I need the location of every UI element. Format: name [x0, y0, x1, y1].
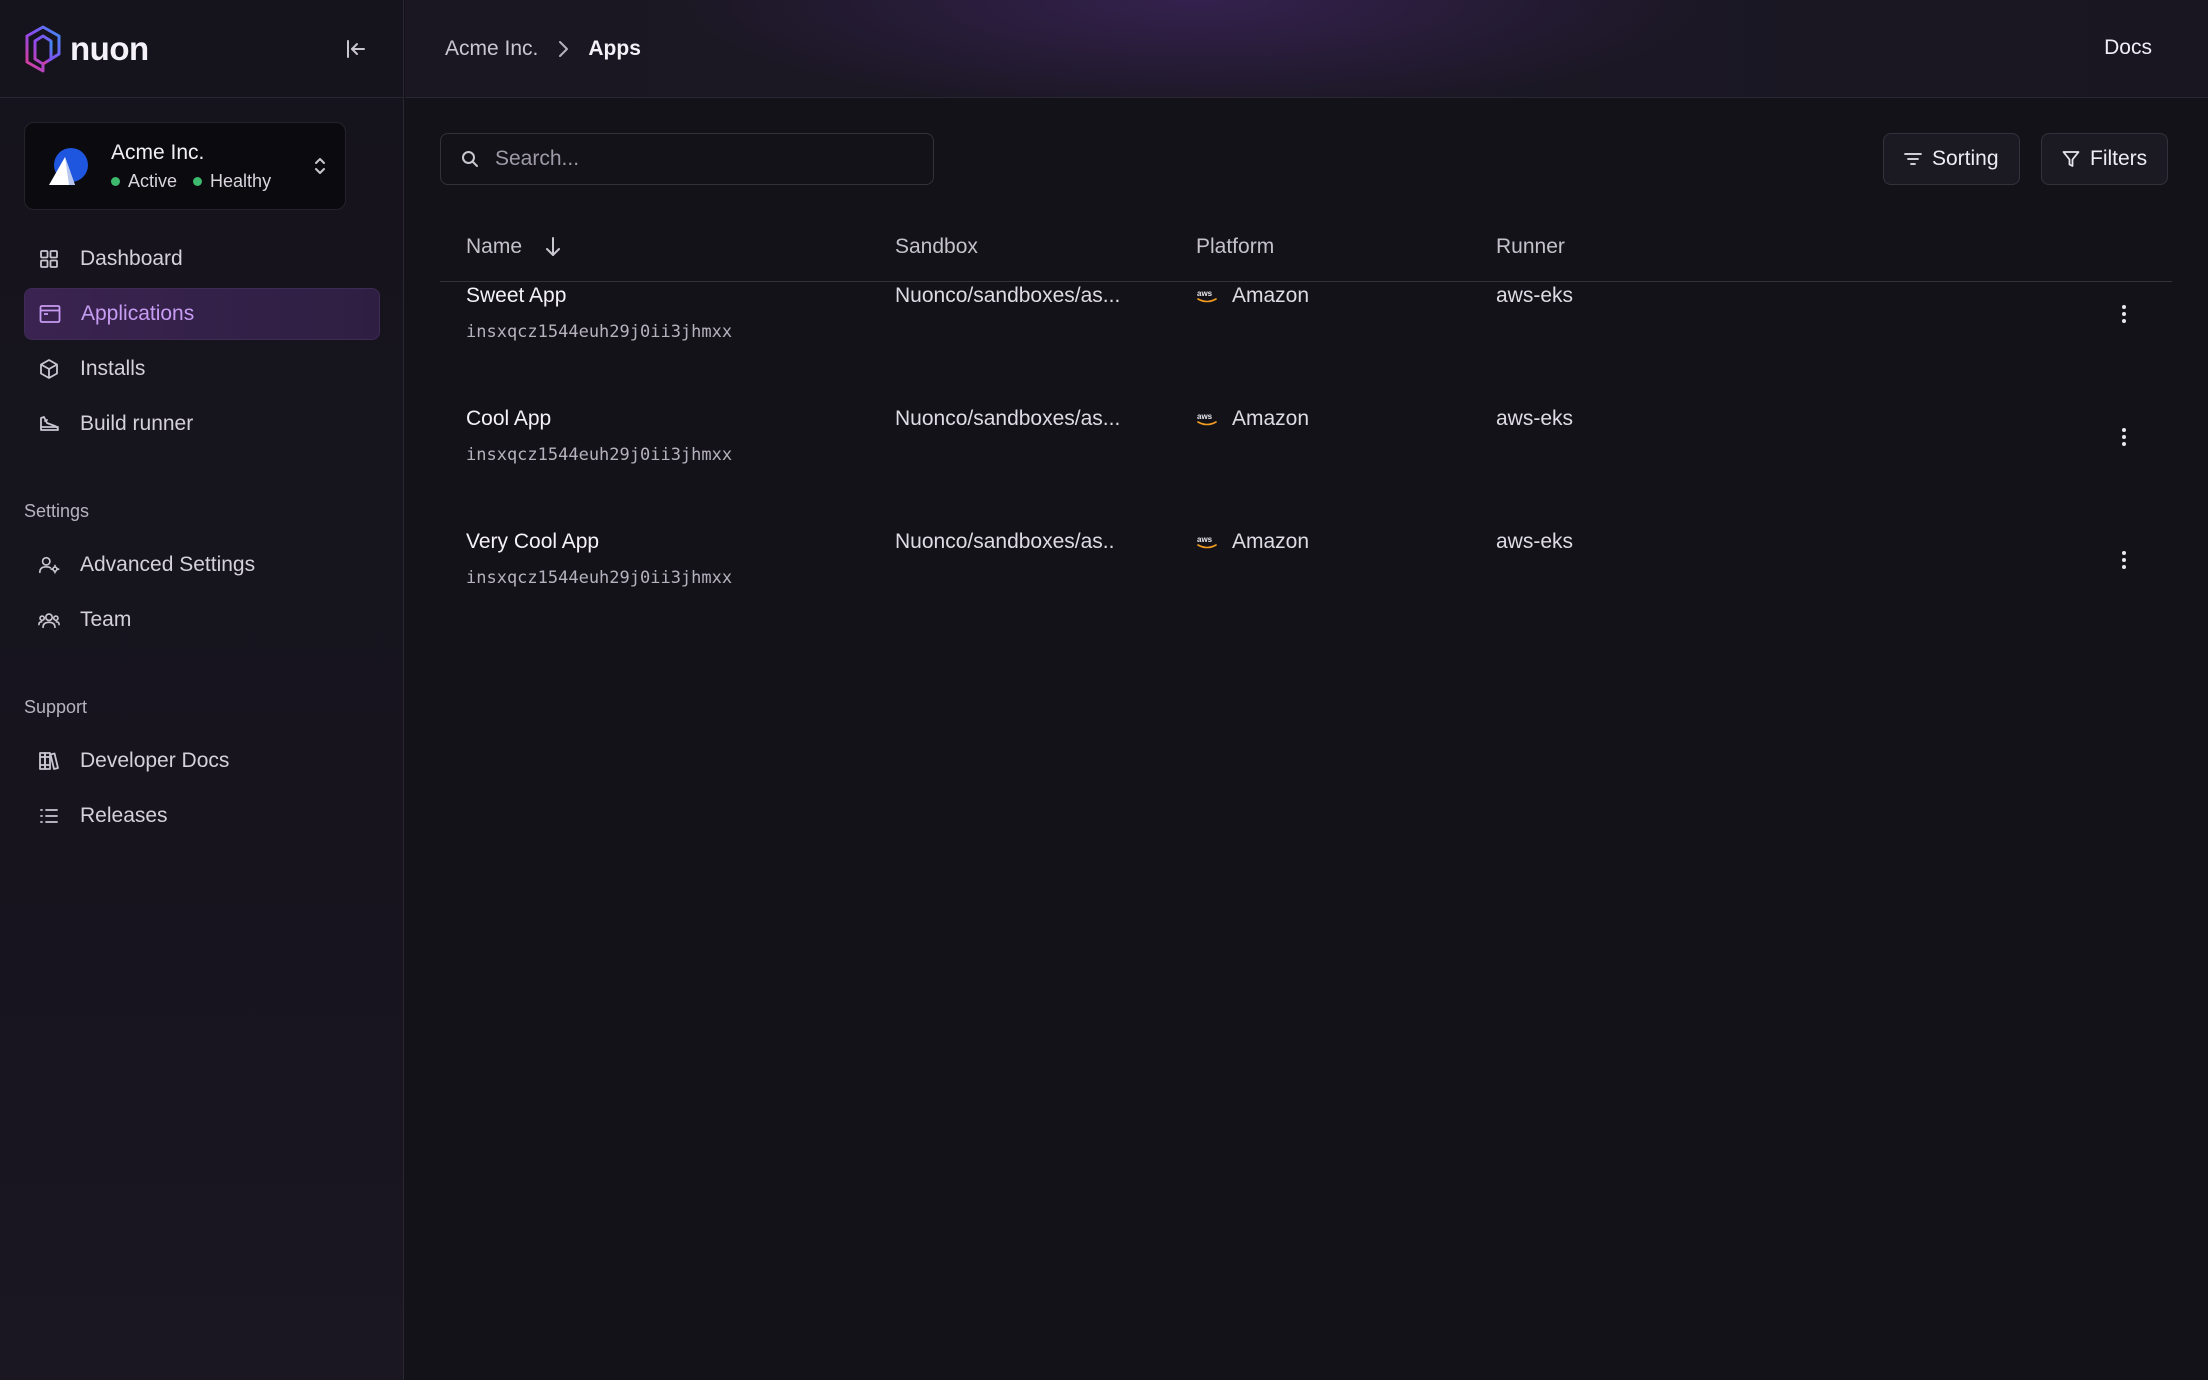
nav-label: Advanced Settings [80, 553, 256, 576]
healthy-status-dot [193, 176, 203, 186]
sandbox-cell: Nuonco/sandboxes/as... [895, 407, 1121, 430]
sorting-button[interactable]: Sorting [1883, 133, 2020, 185]
logo-row: nuon [0, 0, 403, 98]
org-status-active: Active [128, 170, 178, 191]
app-id: insxqcz1544euh29j0ii3jhmxx [466, 568, 733, 588]
collapse-left-icon [347, 40, 365, 58]
nav-label: Dashboard [80, 247, 183, 270]
main-nav: Dashboard Applications Installs Build ru… [24, 233, 380, 453]
user-gear-icon [39, 556, 60, 574]
nav-item-advanced-settings[interactable]: Advanced Settings [24, 539, 380, 591]
aws-logo-icon: aws [1197, 289, 1217, 303]
svg-text:aws: aws [1197, 289, 1213, 298]
nav-item-dashboard[interactable]: Dashboard [24, 233, 380, 285]
platform-name: Amazon [1232, 407, 1310, 430]
search-box[interactable] [440, 133, 934, 185]
aws-logo-icon: aws [1197, 412, 1217, 426]
platform-cell: aws Amazon [1196, 530, 1309, 554]
runner-cell: aws-eks [1496, 284, 1574, 307]
app-name[interactable]: Very Cool App [466, 530, 599, 554]
platform-cell: aws Amazon [1196, 284, 1309, 308]
nav-item-installs[interactable]: Installs [24, 343, 380, 395]
search-input[interactable] [495, 147, 915, 171]
brand-name: nuon [70, 29, 149, 67]
active-status-dot [111, 176, 120, 186]
filter-funnel-icon [2062, 151, 2080, 167]
sandbox-cell: Nuonco/sandboxes/as... [895, 284, 1121, 307]
nuon-logo-icon [25, 25, 61, 72]
row-actions-button[interactable] [2112, 542, 2136, 578]
platform-name: Amazon [1232, 284, 1310, 307]
docs-link[interactable]: Docs [2104, 36, 2152, 60]
settings-nav: Advanced Settings Team [24, 539, 380, 649]
svg-text:aws: aws [1197, 412, 1213, 421]
books-icon [39, 752, 59, 770]
search-icon [462, 151, 478, 167]
app-name[interactable]: Cool App [466, 407, 551, 431]
sorting-label: Sorting [1932, 147, 1999, 170]
nav-item-applications[interactable]: Applications [24, 288, 380, 340]
sneaker-icon [40, 416, 59, 431]
users-icon [38, 613, 60, 629]
settings-section-label: Settings [24, 501, 90, 521]
org-logo-icon [49, 148, 88, 185]
apps-table: Name Sandbox Platform Runner Sweet App i… [440, 212, 2172, 588]
filters-label: Filters [2090, 147, 2148, 170]
app-name[interactable]: Sweet App [466, 284, 566, 308]
cube-icon [40, 359, 58, 379]
platform-name: Amazon [1232, 530, 1310, 553]
nav-label: Developer Docs [80, 749, 230, 772]
breadcrumb-org-link[interactable]: Acme Inc. [445, 37, 538, 61]
nav-item-developer-docs[interactable]: Developer Docs [24, 735, 380, 787]
svg-text:aws: aws [1197, 535, 1213, 544]
aws-logo-icon: aws [1197, 535, 1217, 549]
table-row[interactable]: Very Cool App insxqcz1544euh29j0ii3jhmxx… [440, 430, 2172, 588]
support-section-label: Support [24, 697, 88, 717]
table-row[interactable]: Cool App insxqcz1544euh29j0ii3jhmxx Nuon… [440, 307, 2172, 465]
nav-label: Team [80, 608, 132, 631]
nav-item-build-runner[interactable]: Build runner [24, 398, 380, 450]
breadcrumb-current: Apps [588, 36, 641, 60]
filters-button[interactable]: Filters [2041, 133, 2169, 185]
chevron-up-down-icon [315, 158, 325, 174]
support-nav: Developer Docs Releases [24, 735, 380, 845]
breadcrumb: Acme Inc. Apps [445, 37, 641, 61]
more-vertical-icon [2122, 551, 2126, 569]
org-status-health: Healthy [210, 170, 272, 191]
org-status: Active Healthy [111, 171, 271, 192]
sandbox-cell: Nuonco/sandboxes/as.. [895, 530, 1115, 553]
table-row[interactable]: Sweet App insxqcz1544euh29j0ii3jhmxx Nuo… [440, 184, 2172, 342]
platform-cell: aws Amazon [1196, 407, 1309, 431]
org-name: Acme Inc. [111, 140, 205, 164]
nav-label: Installs [80, 357, 146, 380]
runner-cell: aws-eks [1496, 407, 1574, 430]
top-bar: Acme Inc. Apps Docs [405, 0, 2208, 98]
sort-lines-icon [1904, 153, 1922, 165]
sidebar: nuon Acme Inc. Active Healthy Dashboard … [0, 0, 404, 1380]
grid-icon [40, 250, 58, 268]
nav-label: Releases [80, 804, 168, 827]
table-body: Sweet App insxqcz1544euh29j0ii3jhmxx Nuo… [440, 184, 2172, 588]
org-switcher[interactable]: Acme Inc. Active Healthy [24, 122, 346, 210]
runner-cell: aws-eks [1496, 530, 1574, 553]
nav-label: Build runner [80, 412, 194, 435]
app-window-icon [39, 305, 61, 323]
nav-item-releases[interactable]: Releases [24, 790, 380, 842]
chevron-right-icon [559, 40, 569, 57]
nav-item-team[interactable]: Team [24, 594, 380, 646]
list-icon [40, 809, 58, 823]
collapse-sidebar-button[interactable] [340, 33, 372, 65]
org-info: Acme Inc. Active Healthy [111, 141, 271, 192]
nav-label: Applications [81, 302, 195, 325]
